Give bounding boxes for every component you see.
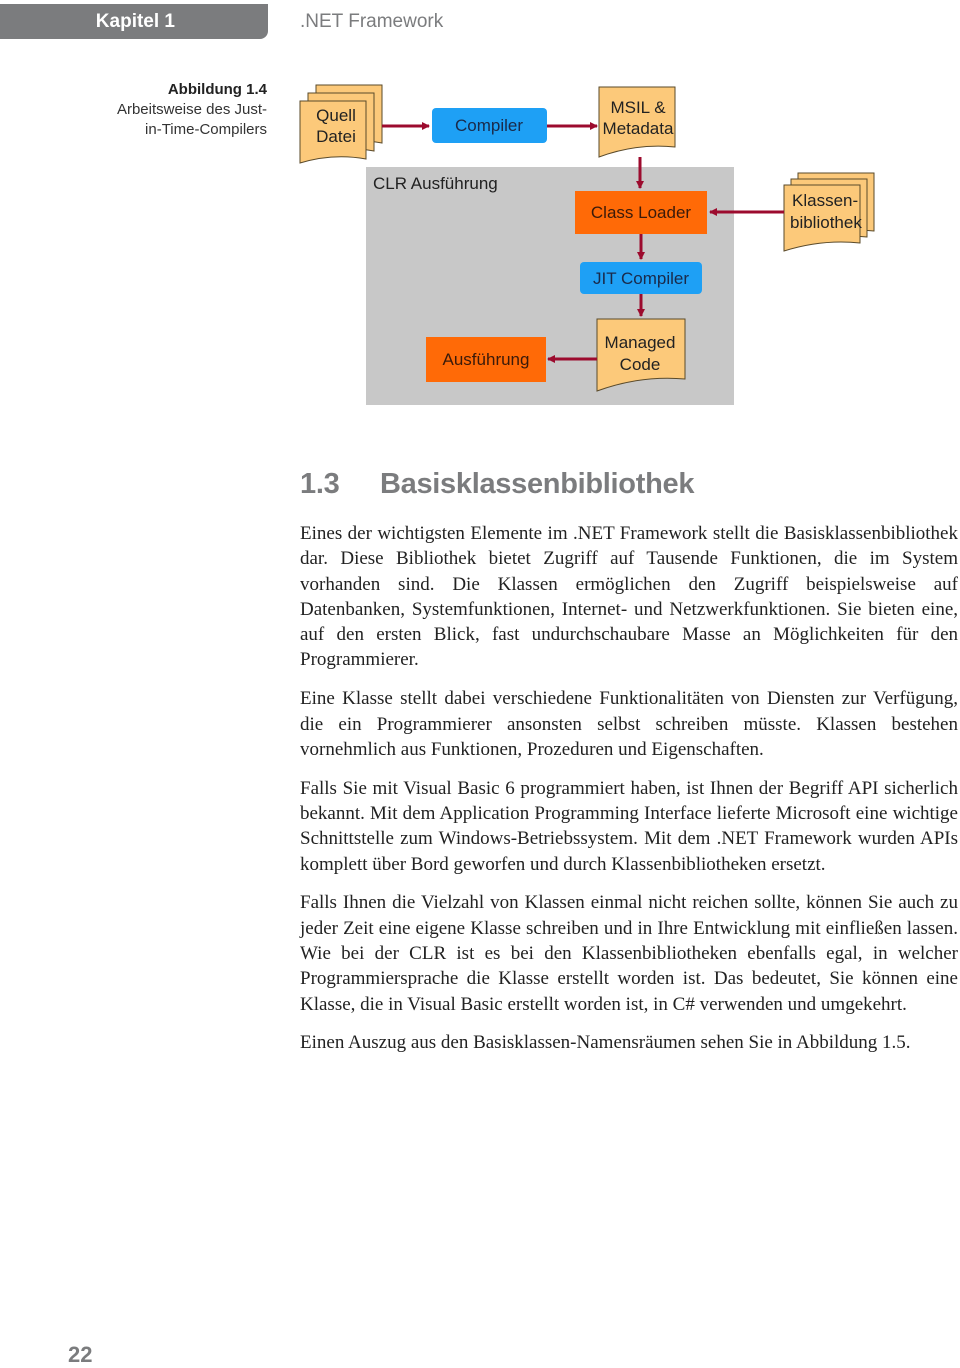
class-loader-node: Class Loader: [575, 191, 707, 234]
managed-code-label: Managed: [605, 333, 676, 352]
class-library-label: bibliothek: [790, 213, 862, 232]
msil-node: MSIL & Metadata: [598, 86, 676, 158]
source-file-label: Datei: [316, 127, 356, 146]
body-text: Eines der wichtigsten Elemente im .NET F…: [300, 521, 958, 1069]
paragraph: Eine Klasse stellt dabei verschiedene Fu…: [300, 688, 958, 760]
paragraph: Falls Ihnen die Vielzahl von Klassen ein…: [300, 892, 958, 1015]
figure-caption-line: Arbeitsweise des Just-: [116, 101, 267, 118]
execution-label: Ausführung: [443, 350, 530, 369]
compiler-node: Compiler: [432, 108, 547, 143]
section-title: Basisklassenbibliothek: [380, 468, 695, 500]
paragraph: Einen Auszug aus den Basisklassen-Namens…: [300, 1032, 911, 1054]
clr-container-label: CLR Ausführung: [373, 174, 498, 193]
section-number: 1.3: [300, 468, 340, 500]
class-library-node: Klassen- bibliothek: [783, 172, 875, 252]
page-number: 22: [68, 1342, 93, 1367]
paragraph: Eines der wichtigsten Elemente im .NET F…: [300, 523, 958, 671]
execution-node: Ausführung: [426, 337, 546, 382]
jit-compiler-node: JIT Compiler: [580, 262, 702, 294]
class-loader-label: Class Loader: [591, 203, 692, 222]
jit-compiler-label: JIT Compiler: [593, 269, 689, 288]
section-heading: 1.3 Basisklassenbibliothek: [300, 468, 694, 501]
msil-label: Metadata: [603, 119, 674, 138]
source-file-label: Quell: [316, 106, 356, 125]
chapter-tab: Kapitel 1: [0, 4, 268, 39]
managed-code-label: Code: [620, 355, 661, 374]
source-file-node: Quell Datei: [299, 84, 383, 164]
running-title: .NET Framework: [300, 11, 444, 32]
compiler-label: Compiler: [455, 116, 523, 135]
msil-label: MSIL &: [610, 98, 666, 117]
chapter-label: Kapitel 1: [95, 11, 175, 32]
figure-number: Abbildung 1.4: [167, 81, 267, 98]
figure-caption-line: in-Time-Compilers: [145, 121, 267, 138]
paragraph: Falls Sie mit Visual Basic 6 programmier…: [300, 777, 958, 875]
figure-caption: Abbildung 1.4 Arbeitsweise des Just- in-…: [117, 80, 267, 140]
jit-diagram: CLR Ausführung Quell Datei Compiler MSIL…: [290, 75, 890, 415]
class-library-label: Klassen-: [792, 191, 858, 210]
